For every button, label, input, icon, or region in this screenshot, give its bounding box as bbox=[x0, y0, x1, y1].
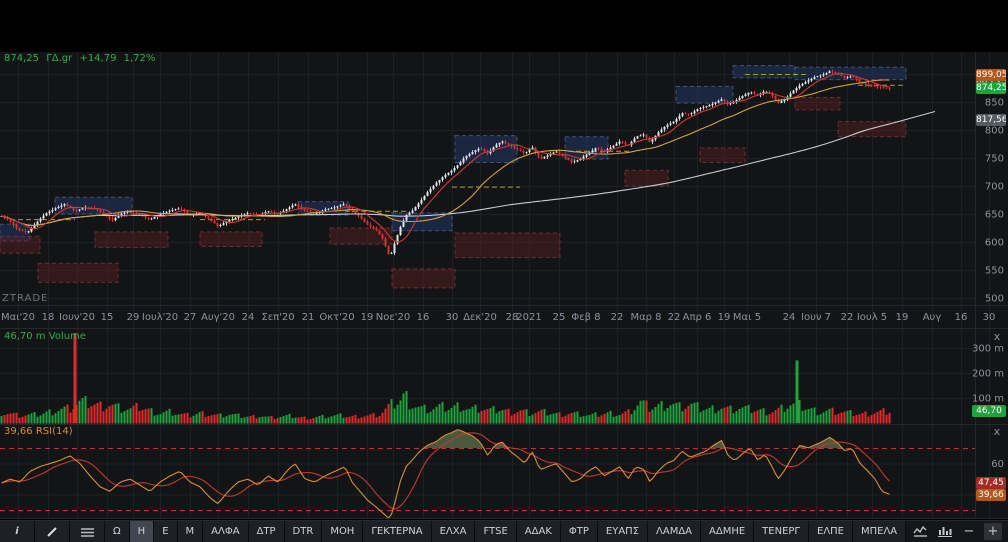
date-tick-label: Μαρ 8 bbox=[630, 312, 661, 323]
ticker-tab-ω[interactable]: Ω bbox=[105, 521, 130, 542]
date-tick-label: 2021 bbox=[516, 312, 541, 323]
ticker-tab-αλφα[interactable]: ΑΛΦΑ bbox=[203, 521, 249, 542]
axis-tick-label: 700 bbox=[985, 182, 1004, 193]
date-tick-label: 15 bbox=[101, 312, 114, 323]
date-tick-label: 30 bbox=[983, 312, 996, 323]
ticker-tab-γεκτερνα[interactable]: ΓΕΚΤΕΡΝΑ bbox=[363, 521, 432, 542]
volume-panel-close-icon[interactable]: x bbox=[990, 330, 1004, 344]
date-tick-label: 30 bbox=[446, 312, 459, 323]
date-tick-label: Ιουν'20 bbox=[59, 312, 95, 323]
chart-canvas[interactable]: 900850800750700650600550500300 m200 m100… bbox=[0, 0, 1008, 520]
date-tick-label: Φεβ 8 bbox=[571, 312, 600, 323]
price-axis-badge: 874,25 bbox=[976, 82, 1006, 94]
ticker-tab-dtr[interactable]: DTR bbox=[284, 521, 323, 542]
date-tick-label: Ιουν 7 bbox=[801, 312, 831, 323]
bar-chart-icon bbox=[938, 527, 952, 537]
bar-chart-button[interactable] bbox=[936, 523, 954, 540]
date-tick-label: 22 bbox=[611, 312, 624, 323]
axis-tick-label: 300 m bbox=[972, 344, 1004, 355]
date-tick-label: 24 bbox=[783, 312, 796, 323]
ticker-tabs: Ω Η Ε Μ ΑΛΦΑ ΔΤΡ DTR ΜΟΗ ΓΕΚΤΕΡΝΑ ΕΛΧΑ FTSE ΑΔΑΚ ΦΤΡ… bbox=[105, 521, 907, 542]
date-tick-label: 27 bbox=[184, 312, 197, 323]
axis-tick-label: 600 bbox=[985, 238, 1004, 249]
axis-tick-label: 550 bbox=[985, 266, 1004, 277]
ticker-tab-μπελα[interactable]: ΜΠΕΛΑ bbox=[853, 521, 907, 542]
axis-tick-label: 800 bbox=[985, 126, 1004, 137]
draw-pencil-icon bbox=[46, 527, 57, 537]
ticker-tab-ευαπς[interactable]: ΕΥΑΠΣ bbox=[597, 521, 649, 542]
ticker-tab-αδμηε[interactable]: ΑΔΜΗΕ bbox=[701, 521, 755, 542]
date-tick-label: 19 bbox=[896, 312, 909, 323]
ticker-tab-η[interactable]: Η bbox=[129, 521, 155, 542]
ticker-tab-ftse[interactable]: FTSE bbox=[475, 521, 517, 542]
date-tick-label: 22 bbox=[841, 312, 854, 323]
date-tick-label: 24 bbox=[242, 312, 255, 323]
zoom-in-button[interactable]: + bbox=[984, 523, 1002, 540]
date-tick-label: 18 bbox=[42, 312, 55, 323]
draw-button[interactable] bbox=[35, 521, 70, 542]
date-tick-label: Ιουλ'20 bbox=[142, 312, 178, 323]
date-tick-label: Σεπ'20 bbox=[261, 312, 294, 323]
ticker-tab-λαμδα[interactable]: ΛΑΜΔΑ bbox=[648, 521, 702, 542]
rsi-axis-badge: 39,66 bbox=[976, 489, 1006, 501]
watchlist-icon bbox=[80, 527, 94, 537]
axis-tick-label: 200 m bbox=[972, 369, 1004, 380]
info-button[interactable]: i bbox=[0, 521, 35, 542]
date-tick-label: Απρ 6 bbox=[683, 312, 712, 323]
date-tick-label: 29 bbox=[127, 312, 140, 323]
date-tick-label: 21 bbox=[302, 312, 315, 323]
line-chart-button[interactable] bbox=[912, 523, 930, 540]
volume-axis-badge: 46,70 m bbox=[972, 405, 1006, 417]
ticker-tab-τενεργ[interactable]: ΤΕΝΕΡΓ bbox=[754, 521, 809, 542]
axis-tick-label: 500 bbox=[985, 294, 1004, 305]
ticker-tab-ελχα[interactable]: ΕΛΧΑ bbox=[431, 521, 476, 542]
toolbar-right-group: − + bbox=[912, 521, 1008, 542]
date-tick-label: 16 bbox=[417, 312, 430, 323]
date-tick-label: 25 bbox=[553, 312, 566, 323]
ticker-tab-φτρ[interactable]: ΦΤΡ bbox=[560, 521, 598, 542]
watchlist-button[interactable] bbox=[70, 521, 105, 542]
rsi-panel-close-icon[interactable]: x bbox=[990, 425, 1004, 439]
date-tick-label: Αυγ'20 bbox=[201, 312, 235, 323]
ticker-tab-ε[interactable]: Ε bbox=[154, 521, 178, 542]
line-chart-icon bbox=[913, 525, 927, 537]
date-tick-label: Αυγ bbox=[923, 312, 942, 323]
date-tick-label: Νοε'20 bbox=[376, 312, 410, 323]
axis-tick-label: 650 bbox=[985, 210, 1004, 221]
bottom-toolbar: i Ω Η Ε Μ ΑΛΦΑ ΔΤΡ DTR ΜΟΗ ΓΕΚΤΕΡΝΑ ΕΛΧΑ FTSE ΑΔΑΚ Φ… bbox=[0, 520, 1008, 542]
date-tick-label: 22 bbox=[668, 312, 681, 323]
date-tick-label: 19 bbox=[361, 312, 374, 323]
date-tick-label: Δεκ'20 bbox=[463, 312, 497, 323]
ticker-tab-ελπε[interactable]: ΕΛΠΕ bbox=[809, 521, 853, 542]
axis-tick-label: 100 m bbox=[972, 394, 1004, 405]
date-tick-label: 16 bbox=[955, 312, 968, 323]
ticker-tab-δτρ[interactable]: ΔΤΡ bbox=[248, 521, 285, 542]
zoom-out-button[interactable]: − bbox=[960, 523, 978, 540]
date-tick-label: Ιουλ 5 bbox=[857, 312, 887, 323]
date-tick-label: Μαι 5 bbox=[733, 312, 761, 323]
trading-app-window: 900850800750700650600550500300 m200 m100… bbox=[0, 0, 1008, 542]
info-icon: i bbox=[15, 526, 19, 537]
axis-tick-label: 750 bbox=[985, 154, 1004, 165]
price-axis-badge: 817,56 bbox=[976, 114, 1006, 126]
date-tick-label: 19 bbox=[718, 312, 731, 323]
axis-tick-label: 850 bbox=[985, 98, 1004, 109]
rsi-axis-badge: 47,45 bbox=[976, 477, 1006, 489]
ticker-tab-μοη[interactable]: ΜΟΗ bbox=[322, 521, 364, 542]
ticker-tab-μ[interactable]: Μ bbox=[177, 521, 204, 542]
axis-tick-label: 60 bbox=[991, 459, 1004, 470]
date-tick-label: Οκτ'20 bbox=[319, 312, 354, 323]
ticker-tab-αδακ[interactable]: ΑΔΑΚ bbox=[516, 521, 561, 542]
date-tick-label: Μαι'20 bbox=[1, 312, 35, 323]
price-axis-badge: 899,05 bbox=[976, 69, 1006, 81]
